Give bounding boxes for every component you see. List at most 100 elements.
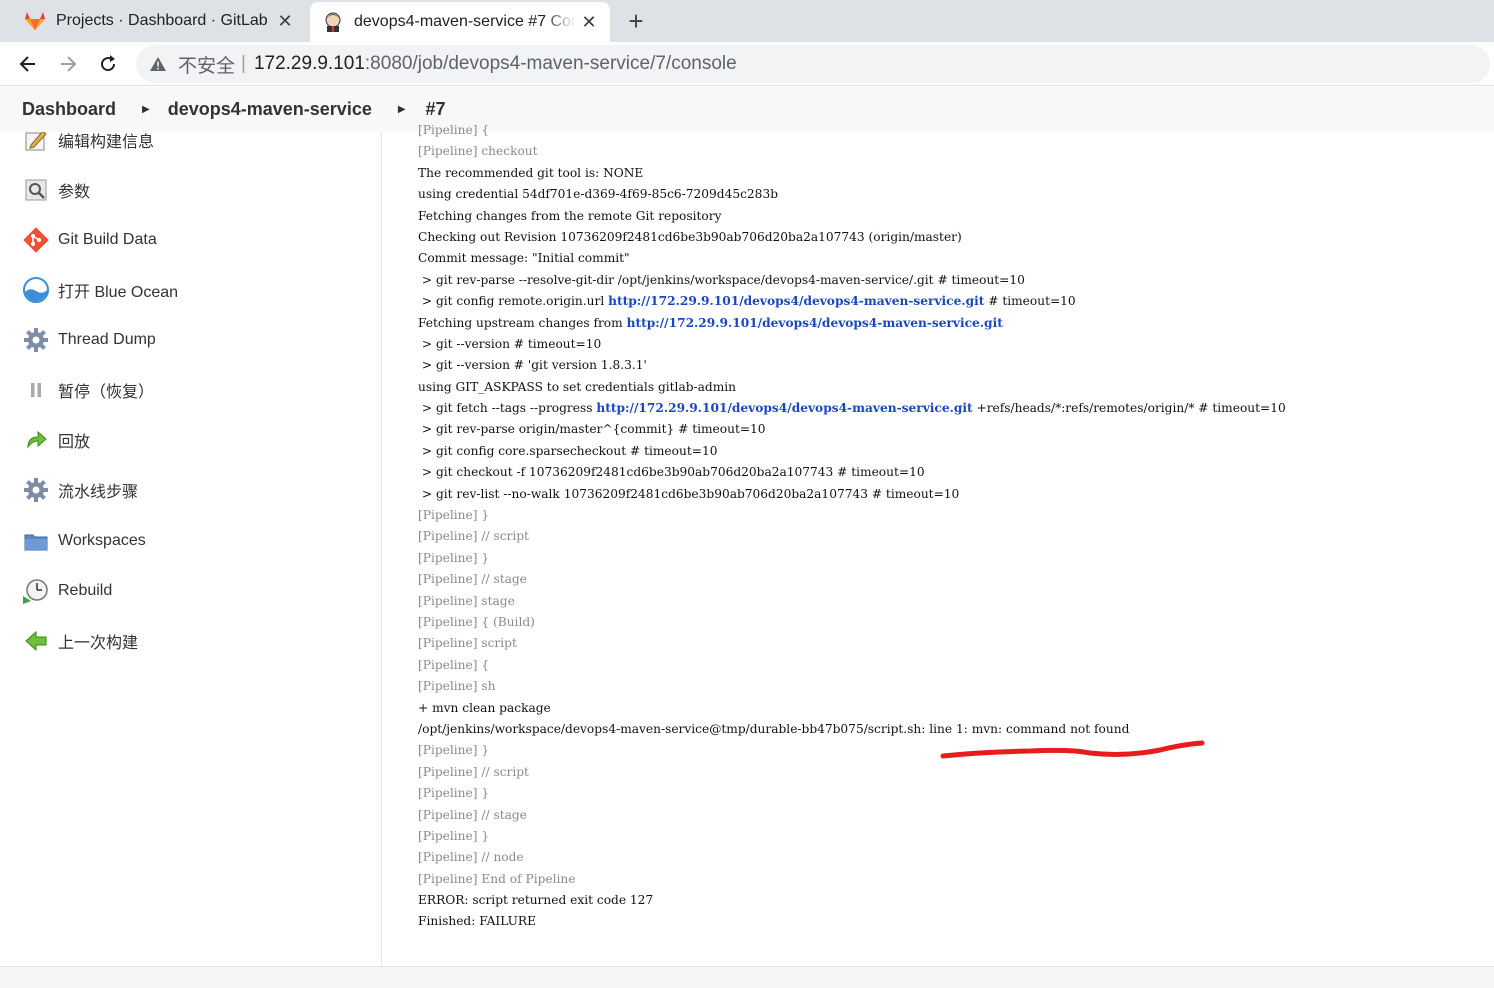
gear-icon [22, 326, 50, 354]
console-line: > git checkout -f 10736209f2481cd6be3b90… [418, 462, 1488, 483]
console-line: [Pipeline] // stage [418, 805, 1488, 826]
sidebar-item-workspaces[interactable]: Workspaces [22, 523, 146, 559]
chevron-right-icon[interactable]: ▶ [398, 104, 406, 115]
sidebar-item-label: Rebuild [58, 582, 113, 599]
console-line: [Pipeline] } [418, 548, 1488, 569]
console-line: [Pipeline] stage [418, 591, 1488, 612]
console-line-text: /opt/jenkins/workspace/devops4-maven-ser… [418, 721, 1130, 736]
console-line: [Pipeline] checkout [418, 141, 1488, 162]
console-line: [Pipeline] { [418, 120, 1488, 141]
close-icon[interactable]: ✕ [576, 9, 602, 35]
console-link[interactable]: http://172.29.9.101/devops4/devops4-mave… [627, 316, 1003, 330]
console-line: + mvn clean package [418, 698, 1488, 719]
browser-toolbar: 不安全 | 172.29.9.101 :8080/job/devops4-mav… [0, 42, 1494, 86]
edit-icon [22, 132, 50, 154]
console-link[interactable]: http://172.29.9.101/devops4/devops4-mave… [608, 294, 984, 308]
breadcrumb-job[interactable]: devops4-maven-service [168, 99, 372, 120]
sidebar-item-label: Git Build Data [58, 231, 157, 248]
chevron-right-icon[interactable]: ▶ [142, 104, 150, 115]
console-line-text: > git rev-list --no-walk 10736209f2481cd… [418, 486, 960, 501]
warning-icon[interactable] [148, 54, 168, 74]
console-line: > git rev-parse --resolve-git-dir /opt/j… [418, 270, 1488, 291]
reload-button[interactable] [94, 50, 122, 78]
git-icon [22, 226, 50, 254]
console-line-text: [Pipeline] script [418, 636, 517, 651]
gitlab-icon [24, 10, 46, 32]
console-line: > git --version # timeout=10 [418, 334, 1488, 355]
back-button[interactable] [14, 50, 42, 78]
console-output: [Pipeline] {[Pipeline] checkout The recom… [418, 120, 1488, 933]
annotation-underline [940, 740, 1205, 759]
address-separator: | [241, 53, 246, 74]
sidebar-item-label: 回放 [58, 434, 91, 451]
console-line-text: [Pipeline] checkout [418, 144, 538, 159]
tab-strip: Projects · Dashboard · GitLab ✕ devops4-… [0, 0, 1494, 42]
sidebar-item-thread-dump[interactable]: Thread Dump [22, 322, 156, 358]
console-line-text: Commit message: "Initial commit" [418, 251, 630, 266]
console-line: [Pipeline] { (Build) [418, 612, 1488, 633]
console-line-text: [Pipeline] // stage [418, 572, 527, 587]
console-line: ERROR: script returned exit code 127 [418, 890, 1488, 911]
console-link[interactable]: http://172.29.9.101/devops4/devops4-mave… [596, 401, 972, 415]
reload-icon [101, 55, 116, 72]
console-line-text: Checking out Revision 10736209f2481cd6be… [418, 229, 962, 244]
tab-title: Projects · Dashboard · GitLab [56, 12, 268, 29]
url-host: 172.29.9.101 [253, 53, 365, 74]
console-line-text: Fetching upstream changes from [418, 315, 627, 330]
sidebar-item-label: 编辑构建信息 [58, 134, 155, 151]
sidebar: 编辑构建信息 参数 Git Build Data 打开 Blue Ocean T… [0, 132, 382, 966]
back-arrow-icon [19, 56, 35, 72]
console-line-text: [Pipeline] { (Build) [418, 614, 535, 629]
sidebar-item-label: 暂停（恢复） [58, 384, 155, 401]
sidebar-item-pause-resume[interactable]: 暂停（恢复） [22, 372, 154, 408]
console-line-text: > git fetch --tags --progress [418, 401, 597, 416]
console-line: > git fetch --tags --progress http://172… [418, 398, 1488, 419]
console-line: [Pipeline] // stage [418, 569, 1488, 590]
console-line-text: + mvn clean package [418, 700, 551, 715]
breadcrumb-build[interactable]: #7 [426, 99, 446, 120]
console-line-text: > git --version # 'git version 1.8.3.1' [418, 358, 647, 373]
close-icon[interactable]: ✕ [272, 8, 298, 34]
sidebar-item-pipeline-steps[interactable]: 流水线步骤 [22, 472, 138, 508]
new-tab-button[interactable]: + [620, 6, 652, 36]
sidebar-item-blue-ocean[interactable]: 打开 Blue Ocean [22, 272, 178, 308]
console-line: [Pipeline] End of Pipeline [418, 869, 1488, 890]
console-line: Fetching upstream changes from http://17… [418, 313, 1488, 334]
console-line-text: [Pipeline] } [418, 828, 490, 843]
replay-icon [22, 426, 50, 454]
console-line-text: [Pipeline] // script [418, 529, 529, 544]
sidebar-item-git-build-data[interactable]: Git Build Data [22, 222, 157, 258]
sidebar-item-rebuild[interactable]: Rebuild [22, 573, 112, 609]
tab-gitlab[interactable]: Projects · Dashboard · GitLab ✕ [12, 0, 306, 42]
console-line-text: [Pipeline] // script [418, 764, 529, 779]
sidebar-item-label: Workspaces [58, 532, 146, 549]
sidebar-item-parameters[interactable]: 参数 [22, 172, 90, 208]
tab-title: devops4-maven-service #7 Console [354, 13, 576, 30]
forward-arrow-icon [61, 56, 77, 72]
console-line: [Pipeline] // script [418, 762, 1488, 783]
sidebar-item-edit-build-info[interactable]: 编辑构建信息 [22, 132, 154, 158]
console-line-text: > git --version # timeout=10 [418, 336, 602, 351]
console-line-text: [Pipeline] } [418, 743, 490, 758]
sidebar-item-replay[interactable]: 回放 [22, 422, 90, 458]
console-line: using GIT_ASKPASS to set credentials git… [418, 377, 1488, 398]
tab-jenkins-console[interactable]: devops4-maven-service #7 Console ✕ [310, 2, 610, 42]
folder-icon [22, 527, 50, 555]
console-line-text: [Pipeline] // node [418, 850, 524, 865]
console-line: [Pipeline] sh [418, 676, 1488, 697]
console-line-text: # timeout=10 [984, 294, 1076, 309]
sidebar-item-previous-build[interactable]: 上一次构建 [22, 623, 138, 659]
blue-ocean-icon [22, 276, 50, 304]
console-line-text: [Pipeline] sh [418, 679, 496, 694]
forward-button[interactable] [54, 50, 82, 78]
console-line-text: +refs/heads/*:refs/remotes/origin/* # ti… [972, 401, 1286, 416]
console-line-text: using credential 54df701e-d369-4f69-85c6… [418, 187, 778, 202]
console-line-text: [Pipeline] } [418, 786, 490, 801]
console-line-text: ERROR: script returned exit code 127 [418, 893, 654, 908]
breadcrumb-dashboard[interactable]: Dashboard [22, 99, 116, 120]
console-line-text: > git config remote.origin.url [418, 294, 609, 309]
console-line-text: [Pipeline] } [418, 508, 490, 523]
console-line: > git config remote.origin.url http://17… [418, 291, 1488, 312]
address-bar[interactable]: 不安全 | 172.29.9.101 :8080/job/devops4-mav… [136, 45, 1490, 83]
console-line: [Pipeline] // node [418, 847, 1488, 868]
